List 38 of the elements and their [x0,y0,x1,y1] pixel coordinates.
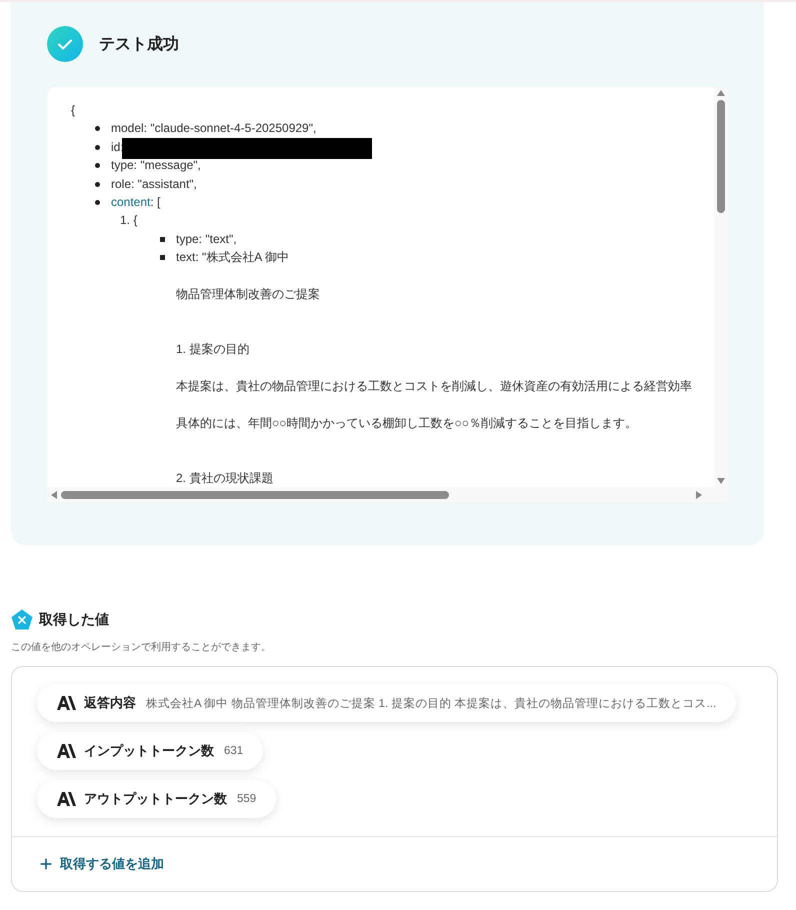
logo-icon [57,696,76,710]
field-text: : [ [150,194,160,211]
horizontal-scrollbar[interactable] [47,487,728,502]
bullet-icon [95,182,100,187]
field-key[interactable]: content [111,192,150,212]
bullet-icon [160,236,165,242]
text-line: 本提案は、貴社の物品管理における工数とコストを削減し、遊休資産の有効活用による経営効率 [176,378,692,393]
bullet-icon [95,126,100,132]
result-title: テスト成功 [99,34,179,54]
value-chip[interactable]: アウトプットトークン数 559 [37,780,276,818]
bullet-icon [95,144,100,150]
text-line: 1. 提案の目的 [176,342,250,356]
logo-icon [57,792,76,806]
plus-icon [38,856,54,872]
bullet-icon [95,163,100,168]
text-line: 2. 貴社の現状課題 [176,470,274,485]
add-value-button[interactable]: 取得する値を追加 [38,855,164,873]
bullet-icon [95,200,100,205]
text-line: 具体的には、年間○○時間かかっている棚卸し工数を○○％削減することを目指します。 [176,416,637,430]
field-text: id: [111,138,124,156]
logo-icon [57,744,76,758]
section-description: この値を他のオペレーションで利用することができます。 [11,640,272,654]
bullet-icon [160,255,165,260]
variable-icon [11,609,33,630]
field-text: type: "message", [111,157,201,174]
text-line: 物品管理体制改善のご提案 [176,286,320,301]
brace-text: { [71,103,76,117]
field-text: role: "assistant", [111,176,197,193]
field-text: model: "claude-sonnet-4-5-20250929", [111,120,316,138]
item-number: 1. [120,212,130,230]
value-chip[interactable]: インプットトークン数 631 [37,732,264,770]
field-text: text: "株式会社A 御中 [176,249,289,266]
value-chip[interactable]: 返答内容 株式会社A 御中 物品管理体制改善のご提案 1. 提案の目的 本提案は、貴社の物品管理における工数とコス... [37,684,736,722]
check-icon [47,26,83,62]
section-title: 取得した値 [39,610,109,628]
vertical-scrollbar[interactable] [714,87,728,487]
field-text: type: "text", [176,230,237,248]
field-text: { [133,212,138,230]
